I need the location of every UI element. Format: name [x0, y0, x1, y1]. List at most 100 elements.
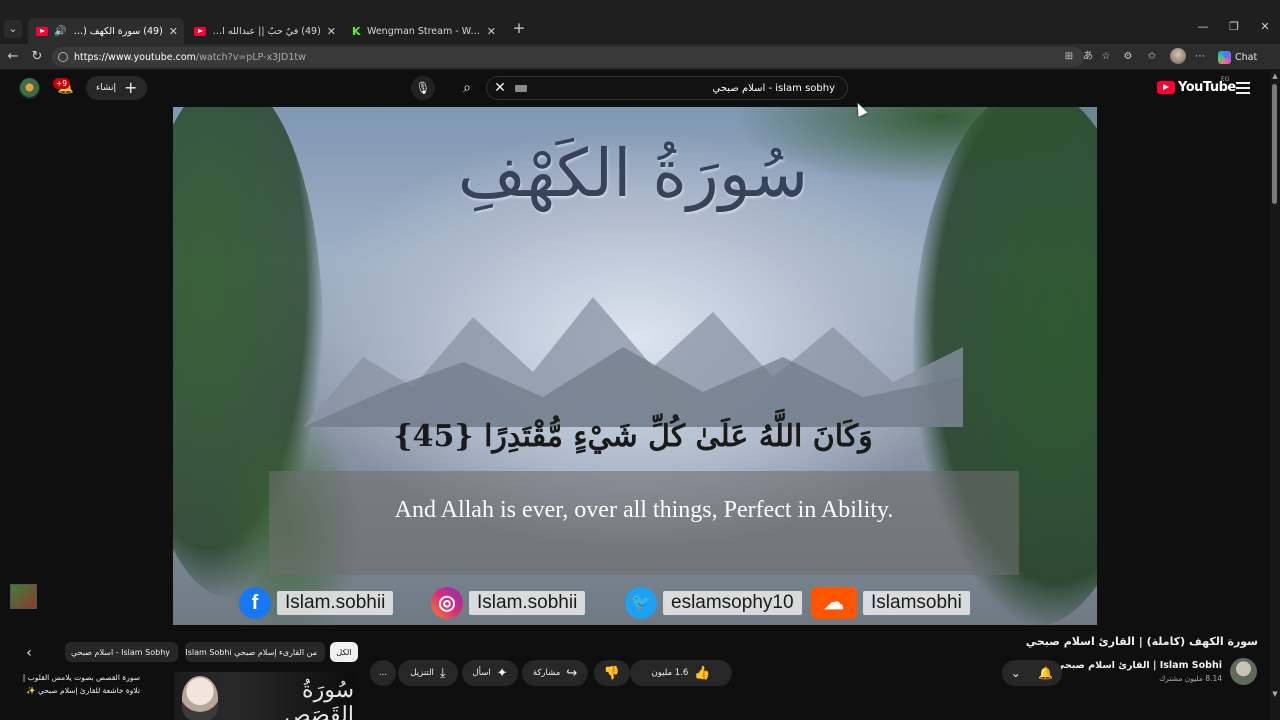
extensions-icon[interactable]: ⚙	[1120, 49, 1136, 65]
browser-tab[interactable]: K Wengman Stream - Watch Live on ✕	[344, 18, 502, 44]
site-info-icon[interactable]	[58, 52, 68, 62]
ask-button[interactable]: اسأل ✦	[462, 660, 518, 686]
search-icon[interactable]: ⌕	[449, 76, 485, 100]
more-actions-button[interactable]: ...	[370, 660, 396, 686]
favorites-icon[interactable]: ✩	[1144, 49, 1160, 65]
restore-icon[interactable]: ❐	[1226, 20, 1242, 33]
scroll-up-arrow-icon[interactable]: ▲	[1270, 72, 1280, 82]
reciter-portrait	[182, 676, 218, 720]
profile-avatar[interactable]	[1170, 48, 1186, 64]
user-avatar[interactable]	[19, 78, 40, 99]
mini-thumbnail[interactable]	[10, 584, 37, 609]
share-arrow-icon: ↪	[566, 665, 578, 681]
like-button[interactable]: 1.6 مليون 👍	[630, 660, 732, 686]
chevron-left-icon[interactable]: ‹	[20, 644, 38, 662]
search-input[interactable]: ✕ islam sobhy - اسلام صبحي	[486, 76, 848, 100]
tab-title: (49) فيٌ حبٌ || عبدالله الجارالله - أحمد	[212, 25, 321, 37]
microphone-icon[interactable]: 🎙	[411, 76, 435, 100]
address-bar[interactable]: https://www.youtube.com/watch?v=pLP-x3JD…	[52, 47, 1084, 67]
soundcloud-icon: ☁	[811, 587, 857, 619]
twitter-icon: 🐦	[625, 587, 657, 619]
thumbs-up-icon: 👍	[694, 665, 711, 681]
tab-list-button[interactable]: ⌄	[4, 20, 22, 38]
video-player[interactable]: سُورَةُ الكَهْفِ وَكَانَ اللَّهُ عَلَىٰ …	[173, 107, 1097, 625]
chat-label: Chat	[1235, 51, 1258, 63]
translate-icon[interactable]: あ	[1080, 49, 1096, 65]
speaker-icon[interactable]: 🔊	[54, 26, 66, 37]
close-tab-icon[interactable]: ✕	[487, 25, 496, 38]
close-window-icon[interactable]: ✕	[1257, 20, 1273, 33]
download-label: التنزيل	[410, 668, 434, 678]
download-button[interactable]: التنزيل ⤓	[398, 660, 458, 686]
recommended-video-title[interactable]: سورة القصص بصوت يلامس القلوب | تلاوة خاش…	[8, 671, 140, 697]
app-available-icon[interactable]: ⊞	[1061, 49, 1077, 65]
browser-tab-active[interactable]: 🔊 (49) سورة الكهف (كاملة) | القارئ ✕	[28, 18, 184, 44]
more-dots-icon: ...	[378, 668, 388, 678]
scrollbar-thumb[interactable]	[1272, 84, 1277, 204]
channel-name-text[interactable]: Islam Sobhi | القارئ اسلام صبحي	[1055, 660, 1222, 671]
social-twitter: 🐦 eslamsophy10	[625, 587, 802, 619]
sparkle-icon: ✦	[496, 665, 508, 681]
create-button[interactable]: إنشاء +	[86, 76, 148, 100]
url-path: /watch?v=pLP-x3JD1tw	[195, 51, 306, 63]
dislike-button[interactable]: 👎	[594, 660, 630, 686]
kick-favicon-icon: K	[352, 24, 361, 38]
video-title: سورة الكهف (كاملة) | القارئ اسلام صبحي	[1025, 635, 1258, 648]
twitter-handle: eslamsophy10	[663, 591, 802, 615]
subscriber-count: 8.14 مليون مشترك	[1159, 674, 1222, 683]
search-query-text[interactable]: islam sobhy - اسلام صبحي	[527, 83, 847, 94]
subscription-bell-button[interactable]: ⌄ 🔔	[1002, 660, 1062, 686]
channel-avatar[interactable]	[1230, 658, 1257, 685]
social-soundcloud: ☁ Islamsobhi	[811, 587, 970, 619]
chip-channel[interactable]: Islam Sobhy - اسلام صبحي	[65, 642, 178, 662]
back-arrow-icon[interactable]: ←	[4, 48, 22, 66]
surah-title-calligraphy: سُورَةُ الكَهْفِ	[457, 135, 809, 212]
keyboard-icon[interactable]	[515, 84, 527, 92]
ask-label: اسأل	[472, 668, 491, 678]
soundcloud-handle: Islamsobhi	[863, 591, 970, 615]
close-tab-icon[interactable]: ✕	[169, 25, 178, 38]
plus-icon: +	[124, 78, 138, 97]
youtube-favicon-icon	[36, 26, 48, 36]
reload-icon[interactable]: ↻	[28, 48, 46, 66]
social-instagram: ◎ Islam.sobhii	[431, 587, 586, 619]
download-icon: ⤓	[439, 665, 446, 681]
favorite-star-icon[interactable]: ☆	[1098, 49, 1114, 65]
ayah-number: {45}	[393, 419, 474, 454]
youtube-logo[interactable]: YouTube EG	[1157, 76, 1236, 95]
rec-title-line1: سورة القصص بصوت يلامس القلوب |	[22, 673, 140, 682]
tab-title: (49) سورة الكهف (كاملة) | القارئ	[72, 25, 163, 37]
chevron-down-icon: ⌄	[1010, 666, 1021, 680]
hamburger-menu-icon[interactable]	[1236, 82, 1250, 94]
bell-icon: 🔔	[1038, 666, 1054, 680]
share-button[interactable]: مشاركة ↪	[522, 660, 588, 686]
create-label: إنشاء	[96, 83, 117, 93]
close-tab-icon[interactable]: ✕	[327, 25, 336, 38]
chip-from-channel[interactable]: من القارىء إسلام صبحي Islam Sobhi	[185, 642, 325, 662]
notification-badge: +9	[53, 78, 71, 89]
mountains-illustration	[303, 297, 963, 427]
url-host: https://www.youtube.com	[74, 51, 196, 63]
channel-name[interactable]: Islam Sobhi | القارئ اسلام صبحي ✔	[1044, 660, 1222, 671]
new-tab-button[interactable]: +	[510, 20, 528, 38]
clear-search-icon[interactable]: ✕	[487, 80, 513, 96]
chip-all[interactable]: الكل	[330, 642, 358, 662]
youtube-favicon-icon	[194, 26, 206, 36]
country-code: EG	[1221, 76, 1230, 83]
ayah-verse: وَكَانَ اللَّهُ عَلَىٰ كُلِّ شَيْءٍ مُّق…	[373, 419, 893, 454]
browser-tab[interactable]: (49) فيٌ حبٌ || عبدالله الجارالله - أحمد…	[186, 18, 342, 44]
thumb-calligraphy: سُورَةُ القَصَص	[284, 678, 354, 720]
minimize-icon[interactable]: —	[1195, 20, 1211, 33]
more-menu-icon[interactable]: ⋯	[1192, 49, 1208, 65]
scroll-down-arrow-icon[interactable]: ▼	[1270, 690, 1280, 700]
browser-tab-strip: ⌄ 🔊 (49) سورة الكهف (كاملة) | القارئ ✕ (…	[0, 0, 1280, 44]
tab-title: Wengman Stream - Watch Live on	[367, 25, 481, 37]
copilot-chat-button[interactable]: Chat	[1218, 48, 1257, 66]
thumbs-down-icon: 👎	[603, 665, 621, 681]
facebook-icon: f	[239, 587, 271, 619]
facebook-handle: Islam.sobhii	[277, 591, 394, 615]
instagram-handle: Islam.sobhii	[469, 591, 586, 615]
social-facebook: f Islam.sobhii	[239, 587, 394, 619]
copilot-icon	[1218, 50, 1231, 64]
recommended-video-thumbnail[interactable]: سُورَةُ القَصَص	[174, 672, 354, 720]
